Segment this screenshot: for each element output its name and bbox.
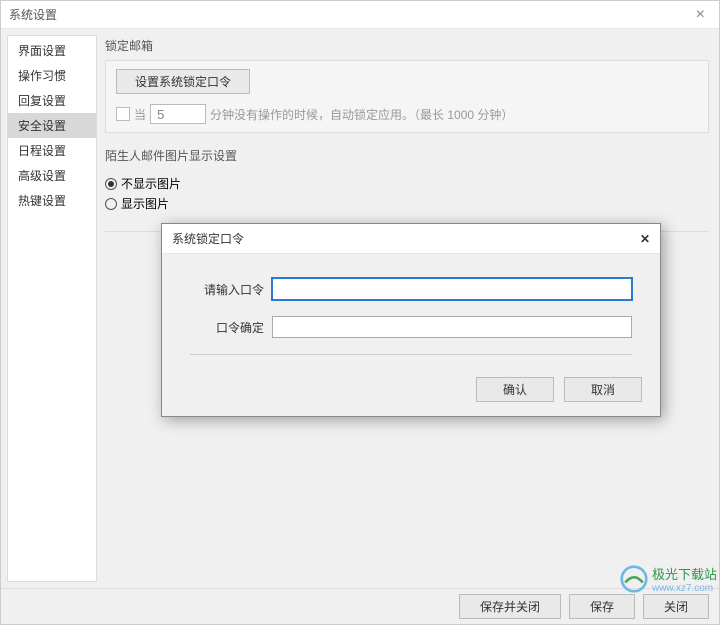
footer-bar: 保存并关闭 保存 关闭 (1, 588, 719, 624)
radio-hide-images[interactable] (105, 178, 117, 190)
dialog-footer: 确认 取消 (162, 377, 660, 416)
watermark-icon (620, 565, 648, 593)
radio-hide-images-row[interactable]: 不显示图片 (105, 175, 709, 192)
confirm-password-input[interactable] (272, 316, 632, 338)
sidebar-item-reply[interactable]: 回复设置 (8, 88, 96, 113)
radio-show-images-row[interactable]: 显示图片 (105, 195, 709, 212)
watermark: 极光下载站 www.xz7.com (620, 564, 717, 594)
settings-sidebar: 界面设置 操作习惯 回复设置 安全设置 日程设置 高级设置 热键设置 (7, 35, 97, 582)
confirm-label: 口令确定 (190, 319, 272, 336)
settings-window: 系统设置 × 界面设置 操作习惯 回复设置 安全设置 日程设置 高级设置 热键设… (0, 0, 720, 625)
dialog-title: 系统锁定口令 (172, 230, 244, 247)
sidebar-item-security[interactable]: 安全设置 (8, 113, 96, 138)
auto-lock-suffix: 分钟没有操作的时候，自动锁定应用。（最长 1000 分钟） (210, 106, 513, 123)
dialog-ok-button[interactable]: 确认 (476, 377, 554, 402)
dialog-close-icon[interactable]: ✕ (640, 232, 650, 246)
save-button[interactable]: 保存 (569, 594, 635, 619)
dialog-titlebar: 系统锁定口令 ✕ (162, 224, 660, 254)
dialog-cancel-button[interactable]: 取消 (564, 377, 642, 402)
close-icon[interactable]: × (690, 6, 711, 24)
radio-hide-images-label: 不显示图片 (121, 175, 181, 192)
watermark-url: www.xz7.com (652, 583, 717, 594)
auto-lock-row: 当 分钟没有操作的时候，自动锁定应用。（最长 1000 分钟） (116, 104, 698, 124)
password-row: 请输入口令 (190, 278, 632, 300)
lock-group-box: 设置系统锁定口令 当 分钟没有操作的时候，自动锁定应用。（最长 1000 分钟） (105, 60, 709, 133)
sidebar-item-habits[interactable]: 操作习惯 (8, 63, 96, 88)
dialog-body: 请输入口令 口令确定 (162, 254, 660, 377)
auto-lock-minutes-input[interactable] (150, 104, 206, 124)
lock-group-label: 锁定邮箱 (105, 37, 709, 54)
auto-lock-prefix: 当 (134, 106, 146, 123)
stranger-group-box: 不显示图片 显示图片 (105, 170, 709, 217)
dialog-separator (190, 354, 632, 355)
save-and-close-button[interactable]: 保存并关闭 (459, 594, 561, 619)
confirm-row: 口令确定 (190, 316, 632, 338)
password-input[interactable] (272, 278, 632, 300)
password-label: 请输入口令 (190, 281, 272, 298)
sidebar-item-hotkey[interactable]: 热键设置 (8, 188, 96, 213)
radio-show-images[interactable] (105, 198, 117, 210)
sidebar-item-ui[interactable]: 界面设置 (8, 38, 96, 63)
watermark-text: 极光下载站 www.xz7.com (652, 564, 717, 594)
set-lock-password-button[interactable]: 设置系统锁定口令 (116, 69, 250, 94)
lock-password-dialog: 系统锁定口令 ✕ 请输入口令 口令确定 确认 取消 (161, 223, 661, 417)
auto-lock-checkbox[interactable] (116, 107, 130, 121)
stranger-group-label: 陌生人邮件图片显示设置 (105, 147, 709, 164)
watermark-brand: 极光下载站 (652, 564, 717, 583)
titlebar: 系统设置 × (1, 1, 719, 29)
sidebar-item-schedule[interactable]: 日程设置 (8, 138, 96, 163)
sidebar-item-advanced[interactable]: 高级设置 (8, 163, 96, 188)
close-button[interactable]: 关闭 (643, 594, 709, 619)
window-title: 系统设置 (9, 6, 57, 23)
radio-show-images-label: 显示图片 (121, 195, 169, 212)
